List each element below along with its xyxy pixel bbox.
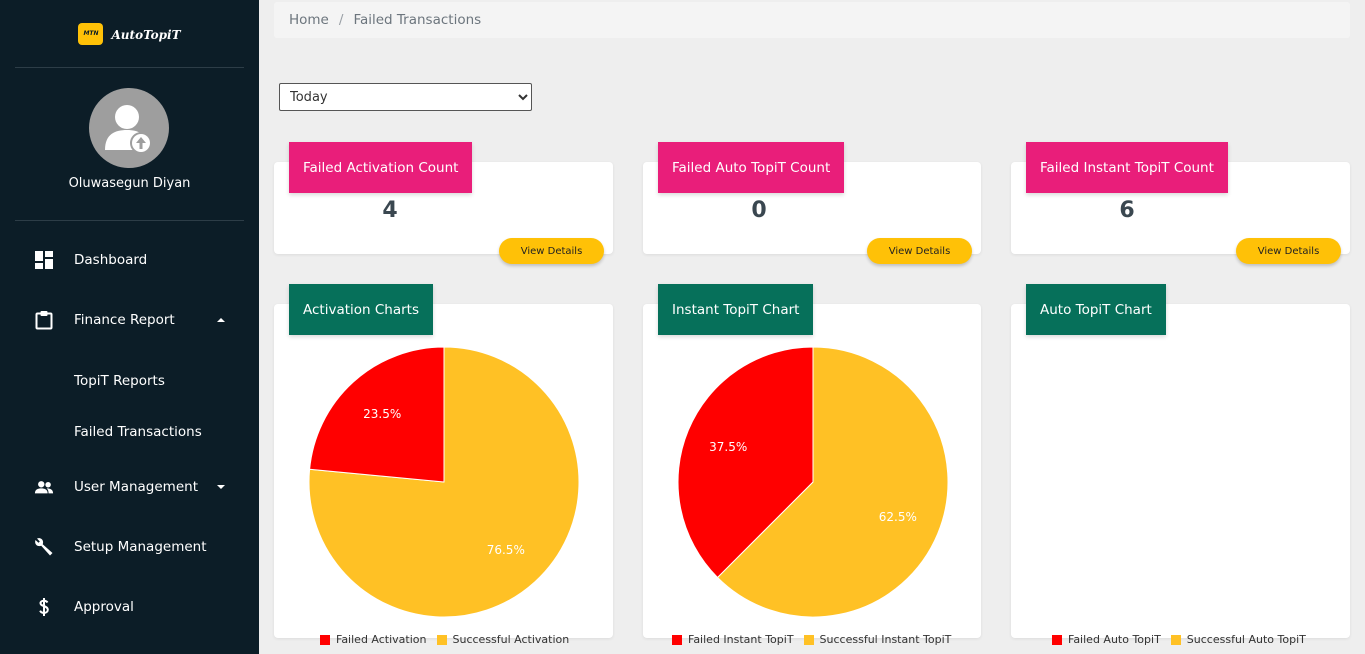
chart-card-title: Auto TopiT Chart — [1026, 284, 1166, 335]
people-icon — [34, 477, 54, 497]
legend-swatch — [320, 634, 330, 645]
view-details-button[interactable]: View Details — [499, 238, 604, 264]
chart-card-title: Instant TopiT Chart — [658, 284, 814, 335]
sidebar-subitem-topit-reports[interactable]: TopiT Reports — [0, 361, 259, 401]
legend-item[interactable]: Successful Activation — [436, 633, 570, 646]
legend-swatch — [1170, 634, 1181, 645]
breadcrumb-current: Failed Transactions — [353, 12, 482, 28]
legend-label: Failed Activation — [336, 633, 427, 646]
breadcrumb-separator: / — [338, 12, 344, 28]
user-upload-icon — [105, 105, 152, 154]
pie-data-label: 76.5% — [487, 543, 525, 557]
pie-data-label: 23.5% — [363, 407, 401, 421]
breadcrumb: Home / Failed Transactions — [274, 2, 1350, 38]
sidebar-divider — [15, 67, 244, 68]
sidebar-item-user-management[interactable]: User Management — [0, 467, 259, 507]
pie-data-label: 37.5% — [709, 440, 747, 454]
legend-swatch — [803, 634, 814, 645]
chart-card-title: Activation Charts — [289, 284, 434, 335]
chart-legend: Failed Activation Successful Activation — [320, 633, 579, 646]
sidebar-subitem-failed-transactions[interactable]: Failed Transactions — [0, 412, 259, 452]
app-logo[interactable]: MTN AutoTopiT — [0, 0, 259, 67]
sidebar-item-dashboard[interactable]: Dashboard — [0, 240, 259, 280]
sidebar-item-label: Failed Transactions — [74, 424, 202, 440]
mtn-logo-icon: MTN — [78, 22, 104, 45]
sidebar: MTN AutoTopiT Oluwasegun Diyan Dashboard… — [0, 0, 259, 654]
chart-legend: Failed Auto TopiT Successful Auto TopiT — [1052, 633, 1316, 646]
stat-card-title: Failed Instant TopiT Count — [1026, 142, 1228, 193]
auto-topit-pie-chart — [1045, 346, 1317, 618]
legend-label: Successful Auto TopiT — [1186, 633, 1306, 646]
stat-count: 4 — [382, 198, 398, 223]
clipboard-icon — [34, 310, 54, 330]
chevron-up-icon — [217, 318, 225, 322]
sidebar-item-label: Approval — [74, 599, 134, 615]
sidebar-item-label: Finance Report — [74, 312, 175, 328]
legend-label: Successful Activation — [452, 633, 570, 646]
legend-label: Failed Auto TopiT — [1068, 633, 1161, 646]
legend-item[interactable]: Failed Activation — [320, 633, 427, 646]
legend-swatch — [672, 634, 682, 645]
activation-pie-chart: 76.5% 23.5% — [308, 346, 580, 618]
sidebar-item-approval[interactable]: Approval — [0, 587, 259, 627]
stat-count: 0 — [751, 198, 767, 223]
sidebar-item-finance-report[interactable]: Finance Report — [0, 300, 259, 340]
avatar[interactable] — [89, 88, 169, 168]
legend-swatch — [1052, 634, 1062, 645]
sidebar-item-label: User Management — [74, 479, 198, 495]
chart-legend: Failed Instant TopiT Successful Instant … — [672, 633, 961, 646]
legend-label: Successful Instant TopiT — [819, 633, 952, 646]
legend-item[interactable]: Failed Auto TopiT — [1052, 633, 1161, 646]
dollar-icon — [34, 597, 54, 617]
legend-label: Failed Instant TopiT — [688, 633, 794, 646]
view-details-button[interactable]: View Details — [867, 238, 972, 264]
legend-item[interactable]: Failed Instant TopiT — [672, 633, 794, 646]
instant-topit-pie-chart: 62.5% 37.5% — [677, 346, 949, 618]
legend-swatch — [436, 634, 447, 645]
sidebar-item-label: TopiT Reports — [74, 373, 165, 389]
stat-count: 6 — [1119, 198, 1135, 223]
stat-card-title: Failed Activation Count — [289, 142, 473, 193]
sidebar-item-setup-management[interactable]: Setup Management — [0, 527, 259, 567]
view-details-button[interactable]: View Details — [1236, 238, 1341, 264]
dashboard-icon — [34, 250, 54, 270]
stat-card-title: Failed Auto TopiT Count — [658, 142, 845, 193]
sidebar-item-label: Dashboard — [74, 252, 148, 268]
sidebar-divider — [15, 220, 244, 221]
sidebar-item-label: Setup Management — [74, 539, 207, 555]
wrench-icon — [34, 537, 54, 557]
breadcrumb-home[interactable]: Home — [289, 12, 329, 28]
pie-data-label: 62.5% — [879, 510, 917, 524]
chevron-down-icon — [217, 485, 225, 489]
legend-item[interactable]: Successful Instant TopiT — [803, 633, 952, 646]
legend-item[interactable]: Successful Auto TopiT — [1170, 633, 1306, 646]
user-name: Oluwasegun Diyan — [68, 176, 191, 191]
date-filter-select[interactable]: Today — [279, 83, 532, 111]
app-name: AutoTopiT — [111, 27, 181, 42]
